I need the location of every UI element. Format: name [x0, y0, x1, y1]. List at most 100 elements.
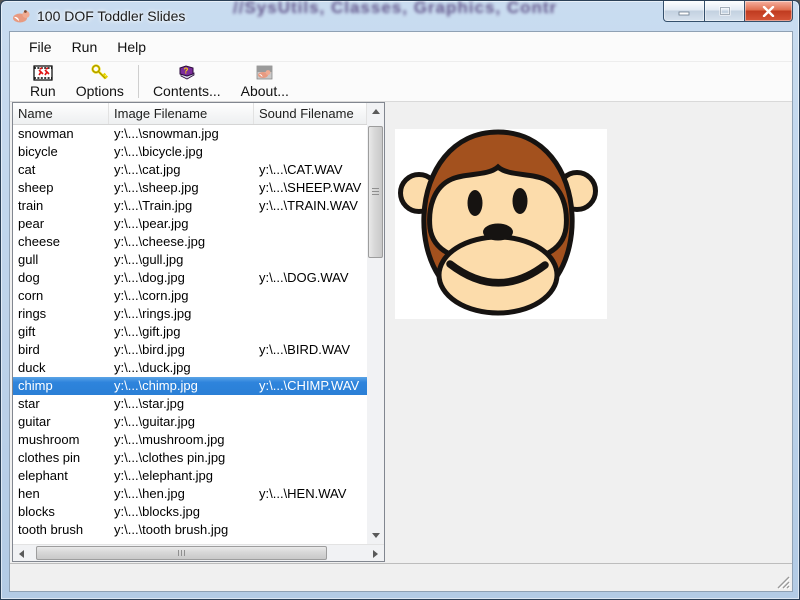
- table-row[interactable]: pear y:\...\pear.jpg: [13, 215, 367, 233]
- cell-sound-filename: [254, 521, 367, 539]
- key-icon: [90, 64, 110, 82]
- table-row[interactable]: duck y:\...\duck.jpg: [13, 359, 367, 377]
- table-row[interactable]: corn y:\...\corn.jpg: [13, 287, 367, 305]
- cell-sound-filename: y:\...\TRAIN.WAV: [254, 197, 367, 215]
- cell-sound-filename: [254, 251, 367, 269]
- cell-image-filename: y:\...\snowman.jpg: [109, 125, 254, 143]
- cell-sound-filename: [254, 449, 367, 467]
- table-row[interactable]: cheese y:\...\cheese.jpg: [13, 233, 367, 251]
- cell-sound-filename: [254, 215, 367, 233]
- table-row[interactable]: cat y:\...\cat.jpg y:\...\CAT.WAV: [13, 161, 367, 179]
- table-row[interactable]: gull y:\...\gull.jpg: [13, 251, 367, 269]
- options-button[interactable]: Options: [66, 62, 134, 101]
- cell-name: clothes pin: [13, 449, 109, 467]
- cell-image-filename: y:\...\bird.jpg: [109, 341, 254, 359]
- table-row[interactable]: chimp y:\...\chimp.jpg y:\...\CHIMP.WAV: [13, 377, 367, 395]
- cell-image-filename: y:\...\gift.jpg: [109, 323, 254, 341]
- about-button[interactable]: About...: [231, 62, 299, 101]
- cell-image-filename: y:\...\elephant.jpg: [109, 467, 254, 485]
- contents-button[interactable]: ? Contents...: [143, 62, 231, 101]
- cell-name: mushroom: [13, 431, 109, 449]
- cell-image-filename: y:\...\pear.jpg: [109, 215, 254, 233]
- table-row[interactable]: snowman y:\...\snowman.jpg: [13, 125, 367, 143]
- cell-image-filename: y:\...\corn.jpg: [109, 287, 254, 305]
- table-row[interactable]: dog y:\...\dog.jpg y:\...\DOG.WAV: [13, 269, 367, 287]
- cell-sound-filename: y:\...\CAT.WAV: [254, 161, 367, 179]
- cell-image-filename: y:\...\clothes pin.jpg: [109, 449, 254, 467]
- slides-listview: Name Image Filename Sound Filename snowm…: [12, 102, 385, 562]
- minimize-button[interactable]: [663, 1, 705, 22]
- vertical-scroll-thumb[interactable]: [368, 126, 383, 258]
- cell-image-filename: y:\...\bicycle.jpg: [109, 143, 254, 161]
- listview-header: Name Image Filename Sound Filename: [13, 103, 367, 125]
- table-row[interactable]: guitar y:\...\guitar.jpg: [13, 413, 367, 431]
- up-arrow-icon: [372, 109, 380, 114]
- cell-image-filename: y:\...\Train.jpg: [109, 197, 254, 215]
- cell-sound-filename: [254, 143, 367, 161]
- contents-button-label: Contents...: [153, 83, 221, 99]
- options-button-label: Options: [76, 83, 124, 99]
- menu-run[interactable]: Run: [62, 34, 108, 60]
- cell-image-filename: y:\...\duck.jpg: [109, 359, 254, 377]
- run-button[interactable]: Run: [20, 62, 66, 101]
- column-header-image[interactable]: Image Filename: [109, 103, 254, 124]
- cell-sound-filename: [254, 233, 367, 251]
- cell-name: guitar: [13, 413, 109, 431]
- table-row[interactable]: bird y:\...\bird.jpg y:\...\BIRD.WAV: [13, 341, 367, 359]
- cell-sound-filename: y:\...\CHIMP.WAV: [254, 377, 367, 395]
- cell-name: cat: [13, 161, 109, 179]
- background-glass-text: //SysUtils, Classes, Graphics, Contr: [233, 0, 663, 24]
- table-row[interactable]: sheep y:\...\sheep.jpg y:\...\SHEEP.WAV: [13, 179, 367, 197]
- table-row[interactable]: tooth brush y:\...\tooth brush.jpg: [13, 521, 367, 539]
- table-row[interactable]: hen y:\...\hen.jpg y:\...\HEN.WAV: [13, 485, 367, 503]
- cell-name: gift: [13, 323, 109, 341]
- app-window: //SysUtils, Classes, Graphics, Contr 100…: [0, 0, 800, 600]
- monkey-image: [395, 129, 607, 319]
- cell-name: bicycle: [13, 143, 109, 161]
- close-button[interactable]: [745, 1, 793, 22]
- table-row[interactable]: clothes pin y:\...\clothes pin.jpg: [13, 449, 367, 467]
- menu-file[interactable]: File: [19, 34, 62, 60]
- cell-name: blocks: [13, 503, 109, 521]
- cell-sound-filename: y:\...\BIRD.WAV: [254, 341, 367, 359]
- horizontal-scroll-thumb[interactable]: [36, 546, 327, 560]
- table-row[interactable]: star y:\...\star.jpg: [13, 395, 367, 413]
- table-row[interactable]: rings y:\...\rings.jpg: [13, 305, 367, 323]
- table-row[interactable]: train y:\...\Train.jpg y:\...\TRAIN.WAV: [13, 197, 367, 215]
- scroll-left-button[interactable]: [13, 545, 30, 562]
- table-row[interactable]: gift y:\...\gift.jpg: [13, 323, 367, 341]
- scroll-down-button[interactable]: [367, 527, 384, 544]
- vertical-scrollbar[interactable]: [367, 103, 384, 544]
- thumb-grip-icon: [178, 550, 186, 556]
- left-arrow-icon: [19, 550, 24, 558]
- maximize-button[interactable]: [705, 1, 745, 22]
- menu-help[interactable]: Help: [107, 34, 156, 60]
- table-row[interactable]: bicycle y:\...\bicycle.jpg: [13, 143, 367, 161]
- column-header-name[interactable]: Name: [13, 103, 109, 124]
- filmstrip-run-icon: [33, 64, 53, 82]
- scroll-up-button[interactable]: [367, 103, 384, 120]
- cell-image-filename: y:\...\cat.jpg: [109, 161, 254, 179]
- cell-image-filename: y:\...\hen.jpg: [109, 485, 254, 503]
- column-header-sound[interactable]: Sound Filename: [254, 103, 367, 124]
- cell-name: gull: [13, 251, 109, 269]
- menu-bar: File Run Help: [10, 32, 792, 62]
- cell-name: snowman: [13, 125, 109, 143]
- table-row[interactable]: elephant y:\...\elephant.jpg: [13, 467, 367, 485]
- horizontal-scrollbar[interactable]: [13, 544, 384, 561]
- client-area: File Run Help Run: [9, 31, 793, 592]
- resize-grip[interactable]: [776, 575, 790, 589]
- cell-name: corn: [13, 287, 109, 305]
- table-row[interactable]: mushroom y:\...\mushroom.jpg: [13, 431, 367, 449]
- caption-buttons: [663, 1, 793, 22]
- svg-text:?: ?: [183, 66, 188, 75]
- cell-name: train: [13, 197, 109, 215]
- cell-image-filename: y:\...\tooth brush.jpg: [109, 521, 254, 539]
- maximize-icon: [719, 6, 731, 16]
- table-row[interactable]: blocks y:\...\blocks.jpg: [13, 503, 367, 521]
- cell-name: elephant: [13, 467, 109, 485]
- title-bar[interactable]: //SysUtils, Classes, Graphics, Contr 100…: [1, 1, 799, 31]
- scroll-right-button[interactable]: [367, 545, 384, 562]
- toolbar-separator: [138, 65, 139, 98]
- about-button-label: About...: [241, 83, 289, 99]
